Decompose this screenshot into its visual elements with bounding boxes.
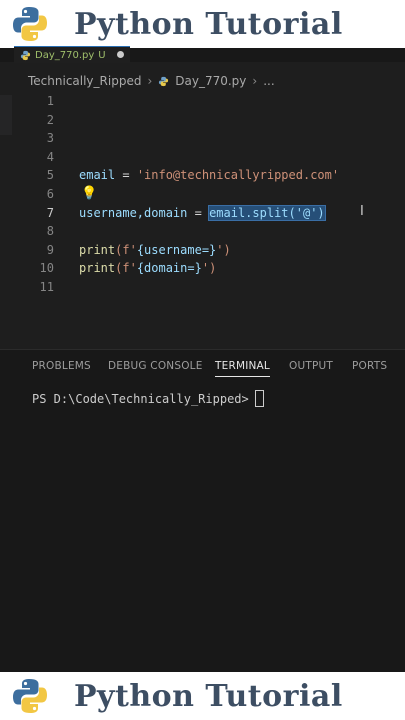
breadcrumb-file[interactable]: Day_770.py <box>175 74 246 88</box>
text-cursor-icon: I <box>360 204 364 219</box>
breadcrumb-folder[interactable]: Technically_Ripped <box>28 74 141 88</box>
tab-problems[interactable]: PROBLEMS <box>32 360 91 372</box>
terminal-line[interactable]: PS D:\Code\Technically_Ripped> <box>32 390 264 407</box>
code-line: 3 <box>0 129 405 148</box>
line-number: 5 <box>46 168 54 183</box>
fstring-expression: {username=} <box>136 242 217 257</box>
editor-tab-strip: Day_770.py U <box>0 46 405 63</box>
line-number: 6 <box>46 187 54 201</box>
code-text: print(f'{domain=}') <box>79 259 216 277</box>
variable-email: email <box>79 168 116 183</box>
fstring-open: (f' <box>115 261 137 276</box>
function-print: print <box>79 242 116 257</box>
panel-tabs: PROBLEMS DEBUG CONSOLE TERMINAL OUTPUT P… <box>0 350 405 384</box>
code-line: 10 print(f'{domain=}') <box>0 259 405 278</box>
code-editor[interactable]: 1 2 3 4 5 email = 'info@technicallyrippe… <box>0 92 405 347</box>
code-line: 2 <box>0 111 405 130</box>
chevron-right-icon: › <box>252 74 258 88</box>
line-number: 1 <box>46 94 54 108</box>
line-number: 8 <box>46 224 54 239</box>
breadcrumb-more[interactable]: ... <box>263 74 274 88</box>
tab-git-status: U <box>98 49 106 61</box>
tab-filename: Day_770.py <box>35 49 95 61</box>
code-line: 4 <box>0 148 405 167</box>
line-number: 2 <box>46 112 54 127</box>
tab-output[interactable]: OUTPUT <box>289 360 333 372</box>
bottom-panel: PROBLEMS DEBUG CONSOLE TERMINAL OUTPUT P… <box>0 349 405 673</box>
line-number: 7 <box>46 205 54 220</box>
fstring-close: ') <box>216 242 231 257</box>
terminal-prompt: PS D:\Code\Technically_Ripped> <box>32 391 249 406</box>
code-line: 5 email = 'info@technicallyripped.com' <box>0 166 405 185</box>
selected-expression[interactable]: email.split('@') <box>208 204 326 221</box>
tab-debug-console[interactable]: DEBUG CONSOLE <box>108 360 203 372</box>
string-literal: 'info@technicallyripped.com' <box>136 168 340 183</box>
operator: = <box>187 205 210 220</box>
code-text: email = 'info@technicallyripped.com' <box>79 166 339 184</box>
line-number: 11 <box>39 280 54 294</box>
fstring-open: (f' <box>115 242 137 257</box>
lightbulb-icon[interactable]: 💡 <box>81 185 97 203</box>
code-text: username,domain = email.split('@') <box>79 204 326 222</box>
python-logo-icon <box>13 7 47 41</box>
editor-tab-day770[interactable]: Day_770.py U <box>14 46 130 63</box>
code-line-active: 7 username,domain = email.split('@') <box>0 204 405 223</box>
line-number: 9 <box>46 242 54 257</box>
code-line: 6 💡 <box>0 185 405 204</box>
python-file-icon <box>159 76 169 86</box>
variable-unpack: username,domain <box>79 205 188 220</box>
unsaved-dot-icon[interactable] <box>117 51 124 58</box>
operator: = <box>115 168 137 183</box>
code-text: print(f'{username=}') <box>79 241 231 259</box>
tab-terminal[interactable]: TERMINAL <box>215 360 270 377</box>
line-number: 4 <box>46 149 54 164</box>
fstring-close: ') <box>201 261 217 276</box>
chevron-right-icon: › <box>147 74 153 88</box>
banner-title: Python Tutorial <box>74 678 343 714</box>
line-number: 3 <box>46 131 54 146</box>
code-line: 8 <box>0 222 405 241</box>
fstring-expression: {domain=} <box>136 261 202 276</box>
bottom-banner: Python Tutorial <box>0 672 405 720</box>
terminal-cursor <box>254 390 264 407</box>
python-logo-icon <box>13 679 47 713</box>
code-line: 9 print(f'{username=}') <box>0 241 405 260</box>
tab-ports[interactable]: PORTS <box>352 360 387 372</box>
code-line: 11 <box>0 278 405 297</box>
line-number: 10 <box>39 261 54 276</box>
function-print: print <box>79 261 116 276</box>
top-banner: Python Tutorial <box>0 0 405 48</box>
python-file-icon <box>20 50 31 60</box>
breadcrumb: Technically_Ripped › Day_770.py › ... <box>28 70 275 92</box>
code-line: 1 <box>0 92 405 111</box>
banner-title: Python Tutorial <box>74 6 343 42</box>
